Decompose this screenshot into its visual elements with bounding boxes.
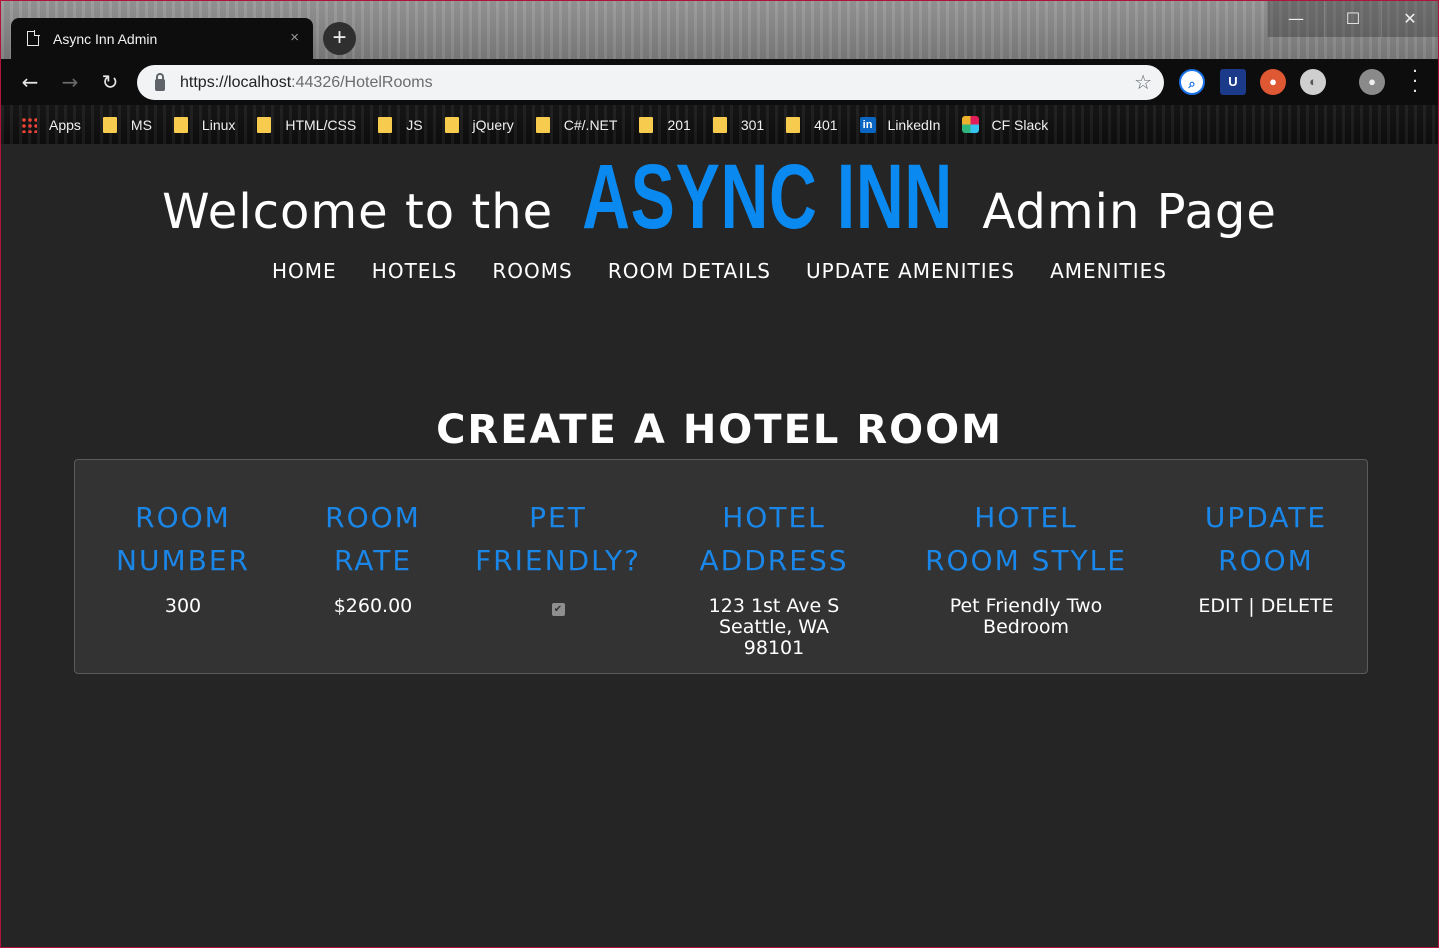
bookmark-linkedin[interactable]: in LinkedIn	[859, 116, 940, 133]
row-actions: EDIT | DELETE	[1176, 596, 1356, 617]
close-window-button[interactable]: ✕	[1381, 1, 1438, 37]
bookmark-folder-js[interactable]: JS	[378, 116, 423, 133]
folder-icon	[712, 116, 727, 133]
page-heading: Welcome to the ASYNC INN Admin Page	[1, 151, 1438, 243]
extension-icon[interactable]: ◐	[1300, 69, 1326, 95]
column-pet-friendly: PET FRIENDLY? ✔	[468, 496, 648, 617]
bookmark-cf-slack[interactable]: CF Slack	[962, 116, 1048, 133]
room-rate-value: $260.00	[333, 595, 413, 617]
column-header: PET FRIENDLY?	[475, 501, 641, 577]
main-nav: HOME HOTELS ROOMS ROOM DETAILS UPDATE AM…	[1, 259, 1438, 283]
hotel-address-value: 123 1st Ave S Seattle, WA 98101	[708, 595, 840, 659]
nav-amenities[interactable]: AMENITIES	[1050, 259, 1167, 283]
column-header: ROOM NUMBER	[116, 501, 250, 577]
folder-icon	[535, 116, 550, 133]
page-icon	[27, 30, 40, 46]
nav-home[interactable]: HOME	[272, 259, 337, 283]
bookmark-folder-linux[interactable]: Linux	[173, 116, 235, 133]
bookmark-star-icon[interactable]: ☆	[1134, 70, 1152, 95]
lock-icon	[155, 72, 165, 91]
nav-update-amenities[interactable]: UPDATE AMENITIES	[806, 259, 1015, 283]
delete-link[interactable]: DELETE	[1261, 595, 1334, 617]
reload-icon[interactable]: ↻	[97, 69, 123, 95]
apps-grid-icon	[21, 116, 37, 133]
bookmark-apps[interactable]: Apps	[21, 116, 81, 133]
folder-icon	[102, 116, 117, 133]
duckduckgo-extension-icon[interactable]: ●	[1260, 69, 1286, 95]
room-number-value: 300	[164, 595, 202, 617]
nav-hotels[interactable]: HOTELS	[372, 259, 457, 283]
nav-room-details[interactable]: ROOM DETAILS	[608, 259, 771, 283]
browser-tab[interactable]: Async Inn Admin ×	[11, 18, 313, 59]
room-style-value: Pet Friendly Two Bedroom	[949, 595, 1103, 638]
folder-icon	[444, 116, 459, 133]
browser-chrome: Async Inn Admin × + — ☐ ✕ ← → ↻ https://…	[1, 1, 1438, 144]
nav-rooms[interactable]: ROOMS	[492, 259, 572, 283]
welcome-suffix: Admin Page	[982, 184, 1277, 240]
bookmark-folder-201[interactable]: 201	[639, 116, 691, 133]
new-tab-button[interactable]: +	[323, 22, 356, 55]
minimize-button[interactable]: —	[1267, 1, 1324, 37]
hotel-room-table: ROOM NUMBER 300 ROOM RATE $260.00 PET FRIEN…	[74, 459, 1368, 674]
pet-friendly-checkbox: ✔	[551, 603, 565, 616]
linkedin-icon: in	[859, 116, 876, 133]
window-controls: — ☐ ✕	[1267, 1, 1438, 37]
action-separator: |	[1242, 595, 1261, 617]
browser-toolbar: ← → ↻ https://localhost:44326/HotelRooms…	[1, 59, 1438, 105]
address-bar[interactable]: https://localhost:44326/HotelRooms ☆	[137, 65, 1164, 100]
bookmark-folder-301[interactable]: 301	[712, 116, 764, 133]
slack-icon	[962, 116, 980, 133]
tab-strip: Async Inn Admin × + — ☐ ✕	[1, 1, 1438, 59]
url-path: :44326/HotelRooms	[291, 73, 433, 91]
bookmark-folder-html-css[interactable]: HTML/CSS	[257, 116, 356, 133]
maximize-button[interactable]: ☐	[1324, 1, 1381, 37]
browser-menu-icon[interactable]: · · ·	[1412, 63, 1418, 101]
welcome-prefix: Welcome to the	[162, 184, 554, 240]
column-header: HOTEL ADDRESS	[699, 501, 849, 577]
brand-logo-text: ASYNC INN	[582, 146, 954, 248]
tab-title: Async Inn Admin	[53, 30, 158, 47]
folder-icon	[639, 116, 654, 133]
edit-link[interactable]: EDIT	[1198, 595, 1242, 617]
column-header: HOTEL ROOM STYLE	[925, 501, 1127, 577]
column-update-room: UPDATE ROOM EDIT | DELETE	[1176, 496, 1356, 617]
back-arrow-icon[interactable]: ←	[17, 69, 43, 95]
column-hotel-address: HOTEL ADDRESS 123 1st Ave S Seattle, WA 981…	[689, 496, 859, 659]
profile-avatar[interactable]: ●	[1359, 69, 1385, 95]
column-room-rate: ROOM RATE $260.00	[303, 496, 443, 617]
folder-icon	[786, 116, 801, 133]
bookmark-folder-csharp[interactable]: C#/.NET	[535, 116, 617, 133]
folder-icon	[257, 116, 272, 133]
shield-extension-icon[interactable]: U	[1220, 69, 1246, 95]
bookmark-folder-ms[interactable]: MS	[102, 116, 152, 133]
search-extension-icon[interactable]: ⌕	[1179, 69, 1205, 95]
bookmarks-bar: Apps MS Linux HTML/CSS JS jQuery C#/.NET…	[1, 105, 1438, 144]
url-host: https://localhost	[180, 73, 292, 91]
bookmark-folder-jquery[interactable]: jQuery	[444, 116, 514, 133]
column-header: UPDATE ROOM	[1204, 501, 1328, 577]
column-room-style: HOTEL ROOM STYLE Pet Friendly Two Bedroom	[911, 496, 1141, 638]
tab-close-icon[interactable]: ×	[290, 29, 299, 46]
column-room-number: ROOM NUMBER 300	[103, 496, 263, 617]
folder-icon	[378, 116, 393, 133]
folder-icon	[173, 116, 188, 133]
forward-arrow-icon[interactable]: →	[57, 69, 83, 95]
section-title: CREATE A HOTEL ROOM	[436, 407, 1003, 453]
bookmark-folder-401[interactable]: 401	[786, 116, 838, 133]
column-header: ROOM RATE	[325, 501, 421, 577]
